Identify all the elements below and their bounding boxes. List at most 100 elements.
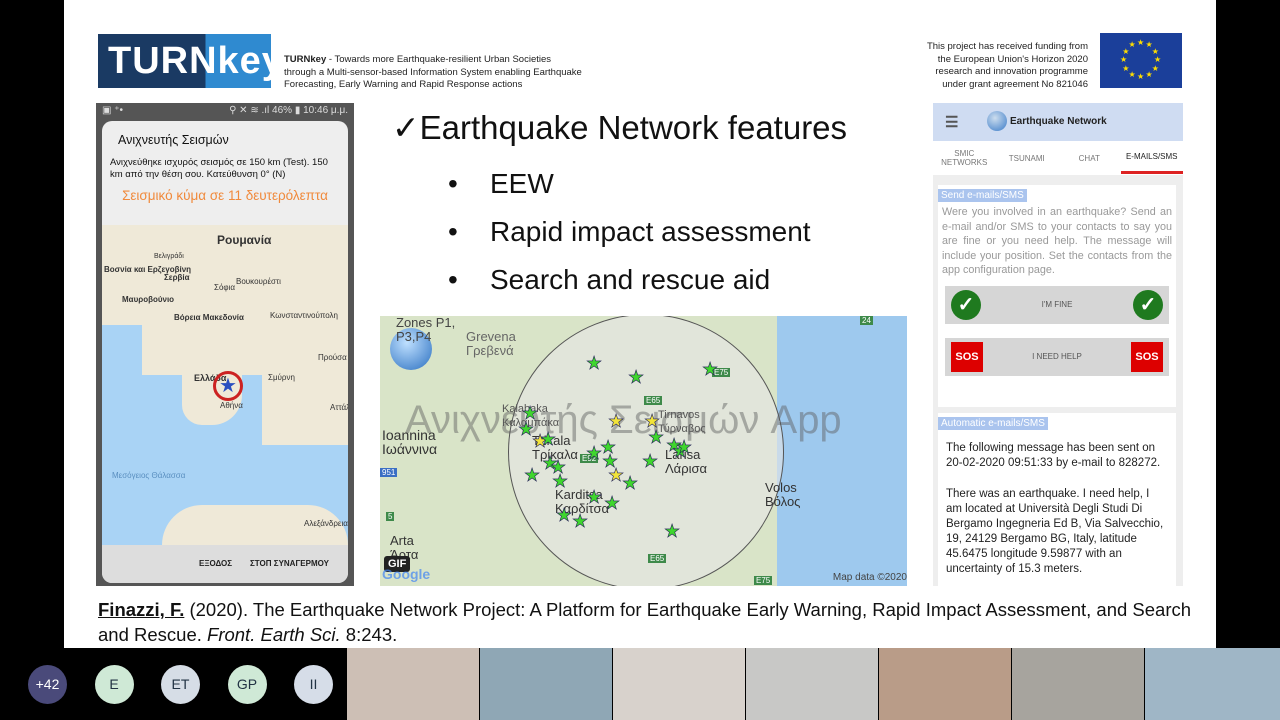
report-star-marker[interactable]: ★ (648, 428, 665, 447)
map-label: Αττάλεια (330, 403, 348, 412)
eu-star-icon: ★ (1151, 46, 1159, 56)
video-tile[interactable] (1145, 648, 1280, 720)
earthquake-reports-map[interactable]: Ανιχνευτής Σεισμών App Zones P1, P3,P4 G… (380, 316, 907, 586)
participant-avatar[interactable]: II (294, 665, 333, 704)
road-shield: E65 (648, 554, 667, 563)
map-attribution: Map data ©2020 (832, 572, 907, 583)
eu-star-icon: ★ (1137, 72, 1145, 81)
project-description: TURNkey - Towards more Earthquake-resili… (284, 54, 582, 90)
participant-avatar[interactable]: +42 (28, 665, 67, 704)
report-star-marker[interactable]: ★ (664, 522, 681, 541)
map-label: Μεσόγειος Θάλασσα (112, 471, 186, 480)
video-tile[interactable] (347, 648, 479, 720)
im-fine-button[interactable]: ✓ I'M FINE ✓ (945, 285, 1169, 324)
report-star-marker[interactable]: ★ (572, 512, 589, 531)
check-icon: ✓ (951, 289, 981, 320)
dialog-title: Ανιχνευτής Σεισμών (118, 133, 229, 147)
auto-card: Automatic e-mails/SMS The following mess… (938, 413, 1176, 586)
map-label: Σερβία (164, 273, 190, 282)
map-label: Κωνσταντινούπολη (270, 311, 339, 320)
report-star-marker[interactable]: ★ (556, 506, 573, 525)
video-tile[interactable] (746, 648, 878, 720)
map-label: Προύσα (318, 353, 347, 362)
dialog-message: Ανιχνεύθηκε ισχυρός σεισμός σε 150 km (T… (110, 157, 328, 180)
report-star-marker[interactable]: ★ (604, 494, 621, 513)
report-star-marker[interactable]: ★ (586, 354, 603, 373)
sos-icon: SOS (1130, 341, 1163, 372)
eu-star-icon: ★ (1128, 69, 1136, 79)
video-tile[interactable] (1012, 648, 1144, 720)
report-star-marker[interactable]: ★ (702, 360, 719, 379)
send-title: Send e-mails/SMS (938, 189, 1027, 202)
report-star-marker[interactable]: ★ (676, 438, 693, 457)
participant-avatar[interactable]: GP (227, 665, 267, 704)
check-icon: ✓ (1132, 289, 1163, 320)
exit-button[interactable]: ΕΞΟΔΟΣ (199, 559, 232, 568)
eu-star-icon: ★ (1122, 63, 1130, 73)
report-star-marker[interactable]: ★ (628, 368, 645, 387)
road-shield: 951 (380, 468, 398, 477)
feature-list: • EEW • Rapid impact assessment • Search an… (448, 160, 811, 304)
tab-bar: SMIC NETWORKS TSUNAMI CHAT E-MAILS/SMS (933, 141, 1183, 175)
alert-dialog: Ανιχνευτής Σεισμών Ανιχνεύθηκε ισχυρός σ… (102, 121, 348, 583)
report-star-marker[interactable]: ★ (540, 430, 557, 449)
need-help-button[interactable]: SOS I NEED HELP SOS (945, 337, 1169, 376)
map-label: Σόφια (214, 283, 235, 292)
video-tile[interactable] (879, 648, 1011, 720)
eu-star-icon: ★ (1137, 38, 1145, 47)
report-star-marker[interactable]: ★ (552, 472, 569, 491)
app-screenshot: ☰ Earthquake Network SMIC NETWORKS TSUNA… (933, 103, 1183, 586)
dialog-actions: ΕΞΟΔΟΣ ΣΤΟΠ ΣΥΝΑΓΕΡΜΟΥ (102, 545, 348, 583)
tab-emails-sms[interactable]: E-MAILS/SMS (1120, 142, 1183, 174)
eu-star-icon: ★ (1151, 63, 1159, 73)
app-title: Earthquake Network (1010, 116, 1107, 127)
send-description: Were you involved in an earthquake? Send… (942, 206, 1172, 276)
tab-chat[interactable]: CHAT (1058, 144, 1121, 173)
sea-area (777, 316, 907, 586)
report-star-marker[interactable]: ★ (642, 452, 659, 471)
map-label: Σμύρνη (268, 373, 295, 382)
turnkey-logo: TURNkey (98, 34, 283, 88)
map-label: Ρουμανία (217, 233, 272, 247)
google-logo: Google (382, 566, 431, 582)
road-shield: E65 (644, 396, 663, 405)
eu-flag-icon: ★ ★ ★ ★ ★ ★ ★ ★ ★ ★ ★ ★ (1100, 33, 1182, 88)
participant-avatar[interactable]: E (94, 665, 134, 704)
bullet-item: • Rapid impact assessment (448, 216, 811, 247)
bullet-item: • Search and rescue aid (448, 264, 771, 295)
send-card: Send e-mails/SMS Were you involved in an… (938, 185, 1176, 407)
stop-alarm-button[interactable]: ΣΤΟΠ ΣΥΝΑΓΕΡΜΟΥ (250, 559, 329, 568)
map-label: Μαυροβούνιο (122, 295, 175, 304)
slide-heading: ✓Earthquake Network features (392, 109, 848, 146)
map-label: Βουκουρέστι (236, 277, 281, 286)
map-label: Βελιγράδι (154, 253, 184, 260)
funding-note: This project has received funding from t… (926, 41, 1088, 90)
app-logo-icon (987, 111, 1007, 131)
map-label: Βόρεια Μακεδονία (174, 313, 244, 322)
citation: Finazzi, F. (2020). The Earthquake Netwo… (98, 599, 1192, 645)
epicenter-star-icon: ★ (213, 371, 243, 401)
video-tile[interactable] (480, 648, 612, 720)
map-label: Αθήνα (220, 401, 243, 410)
menu-icon[interactable]: ☰ (945, 113, 958, 131)
tab-tsunami[interactable]: TSUNAMI (996, 144, 1059, 173)
auto-title: Automatic e-mails/SMS (938, 417, 1048, 430)
road-shield: 24 (860, 316, 873, 325)
map-label: Αλεξάνδρεια (304, 519, 348, 528)
road-shield: E75 (754, 576, 773, 585)
app-bar: ☰ Earthquake Network (933, 103, 1183, 141)
eu-star-icon: ★ (1145, 69, 1153, 79)
report-star-marker[interactable]: ★ (524, 466, 541, 485)
eu-star-icon: ★ (1120, 55, 1128, 64)
eu-star-icon: ★ (1128, 40, 1136, 50)
report-star-marker[interactable]: ★ (608, 412, 625, 431)
participant-avatar[interactable]: ET (161, 665, 200, 704)
status-bar: ▣ ⁺• ⚲ ✕ ≋ .ıl 46% ▮ 10:46 μ.μ. (102, 105, 348, 116)
tab-seismic-networks[interactable]: SMIC NETWORKS (933, 139, 996, 177)
report-star-marker[interactable]: ★ (586, 488, 603, 507)
auto-message-header: The following message has been sent on 2… (946, 442, 1161, 469)
video-tile[interactable] (613, 648, 745, 720)
wave-countdown: Σεισμικό κύμα σε 11 δευτερόλεπτα (122, 188, 328, 203)
alert-map[interactable]: Ρουμανία Βελιγράδι Βοσνία και Ερζεγοβίνη Σε… (102, 225, 348, 545)
report-star-marker[interactable]: ★ (622, 474, 639, 493)
